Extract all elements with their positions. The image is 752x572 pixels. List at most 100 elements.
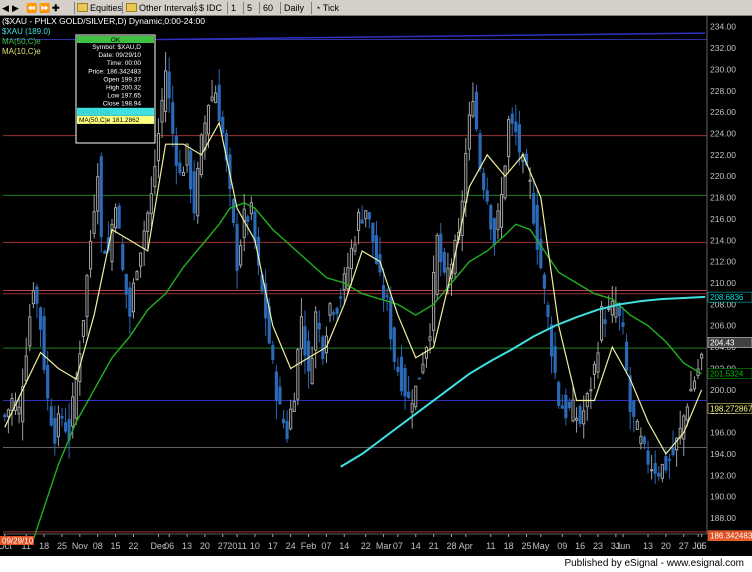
x-tick-label: 15 — [111, 541, 121, 551]
interval-5-button[interactable]: 5 — [247, 2, 252, 14]
idc-button[interactable]: $ IDC — [199, 2, 222, 14]
candle[interactable] — [135, 269, 139, 281]
price-label: 201.5324 — [707, 368, 752, 379]
chart-toolbar: ◀ ▶ ⏪ ⏩ ✚ Equities Other Intervals $ IDC… — [0, 0, 752, 16]
data-window-row: Date: 09/29/10 — [98, 52, 141, 59]
clock-icon: ◔ — [315, 3, 321, 13]
candle[interactable] — [442, 248, 446, 276]
folder-icon — [126, 3, 137, 12]
esignal-chart-window: ◀ ▶ ⏪ ⏩ ✚ Equities Other Intervals $ IDC… — [0, 0, 752, 572]
arrow-right-icon[interactable]: ▶ — [12, 2, 19, 14]
x-tick-label: 14 — [339, 541, 349, 551]
date-marker-text: 09/29/10 — [2, 537, 34, 546]
candle[interactable] — [414, 385, 418, 411]
y-tick-label: 222.00 — [710, 150, 736, 160]
candle[interactable] — [578, 403, 582, 428]
y-tick-label: 196.00 — [710, 428, 736, 438]
data-window-row: MA(50,C)e — [79, 109, 111, 116]
y-tick-label: 226.00 — [710, 107, 736, 117]
forward-icon[interactable]: ⏩ — [39, 2, 50, 14]
candle[interactable] — [503, 164, 507, 201]
price-label: 204.43 — [707, 337, 752, 348]
data-window-row: Time: 00:00 — [107, 60, 141, 67]
y-tick-label: 210.00 — [710, 278, 736, 288]
other-intervals-button[interactable]: Other Intervals — [126, 2, 198, 14]
y-tick-label: 224.00 — [710, 128, 736, 138]
x-tick-label: 09 — [557, 541, 567, 551]
x-tick-label: 16 — [575, 541, 585, 551]
price-label-text: 208.6836 — [710, 293, 744, 302]
y-tick-label: 234.00 — [710, 22, 736, 32]
x-tick-label: 18 — [39, 541, 49, 551]
candle[interactable] — [435, 232, 439, 301]
candle[interactable] — [117, 202, 121, 229]
footer-credit: Published by eSignal - www.esignal.com — [564, 558, 744, 569]
folder-icon — [77, 3, 88, 12]
footer-bar: Published by eSignal - www.esignal.com — [0, 556, 752, 572]
y-tick-label: 194.00 — [710, 449, 736, 459]
x-tick-label: 25 — [522, 541, 532, 551]
candle[interactable] — [196, 161, 200, 224]
x-tick-label: 22 — [361, 541, 371, 551]
y-tick-label: 214.00 — [710, 235, 736, 245]
candle[interactable] — [42, 307, 46, 374]
x-tick-label: Apr — [459, 541, 473, 551]
x-tick-label: 14 — [411, 541, 421, 551]
x-tick-label: 08 — [93, 541, 103, 551]
candle[interactable] — [417, 377, 421, 380]
x-tick-label: Jun — [616, 541, 631, 551]
date-marker: 09/29/10 — [0, 536, 34, 546]
arrow-left-icon[interactable]: ◀ — [2, 2, 9, 14]
price-label-text: 204.43 — [710, 339, 735, 348]
data-window[interactable]: OKSymbol: $XAU,DDate: 09/29/10Time: 00:0… — [75, 34, 156, 144]
x-tick-label: 10 — [250, 541, 260, 551]
y-tick-label: 212.00 — [710, 257, 736, 267]
price-label-text: 198.272867 — [710, 404, 752, 413]
chart-title: ($XAU - PHLX GOLD/SILVER,D) Dynamic,0:00… — [2, 16, 205, 26]
interval-60-button[interactable]: 60 — [263, 2, 273, 14]
crosshair-icon[interactable]: ✚ — [52, 2, 60, 14]
legend-price: $XAU (189.0) — [2, 27, 51, 36]
equities-button[interactable]: Equities — [77, 2, 122, 14]
legend-ma50: MA(50,C)e — [2, 37, 41, 46]
x-tick-label: 17 — [268, 541, 278, 551]
candle[interactable] — [557, 380, 561, 409]
y-tick-label: 190.00 — [710, 492, 736, 502]
dollar-icon: $ — [199, 3, 205, 13]
price-label-text: 186.342483 — [710, 532, 752, 541]
interval-1-button[interactable]: 1 — [231, 2, 236, 14]
x-tick-label: 18 — [504, 541, 514, 551]
y-tick-label: 200.00 — [710, 385, 736, 395]
y-tick-label: 228.00 — [710, 86, 736, 96]
data-window-row: Low 197.65 — [107, 93, 141, 100]
x-tick-label: 13 — [182, 541, 192, 551]
data-window-row: Price: 186.342483 — [88, 68, 141, 75]
x-tick-label: May — [532, 541, 550, 551]
y-tick-label: 192.00 — [710, 470, 736, 480]
candle[interactable] — [600, 300, 604, 344]
candle[interactable] — [474, 84, 479, 132]
x-tick-label: 27 — [218, 541, 228, 551]
data-window-row: High 200.32 — [106, 85, 141, 92]
price-label-text: 201.5324 — [710, 369, 744, 378]
y-tick-label: 188.00 — [710, 513, 736, 523]
back-icon[interactable]: ⏪ — [26, 2, 37, 14]
y-tick-label: 216.00 — [710, 214, 736, 224]
x-tick-label: 20 — [661, 541, 671, 551]
candle[interactable] — [231, 197, 236, 227]
x-tick-label: 07 — [321, 541, 331, 551]
data-window-row: MA(50,C)e 181.2862 — [79, 117, 140, 124]
x-tick-label: Nov — [72, 541, 89, 551]
x-tick-label: 22 — [128, 541, 138, 551]
y-tick-label: 220.00 — [710, 171, 736, 181]
price-chart[interactable]: 188.00190.00192.00194.00196.00198.00200.… — [0, 16, 752, 556]
data-window-row: Open 199.37 — [103, 76, 141, 83]
price-label: 186.342483 — [707, 530, 752, 541]
interval-tick-button[interactable]: ◔ Tick — [315, 2, 339, 14]
interval-daily-button[interactable]: Daily — [284, 2, 304, 14]
candle[interactable] — [296, 347, 300, 406]
price-label: 208.6836 — [707, 291, 752, 303]
x-tick-label: 13 — [643, 541, 653, 551]
data-window-row: Close 198.94 — [103, 101, 142, 108]
x-tick-label: 20 — [200, 541, 210, 551]
